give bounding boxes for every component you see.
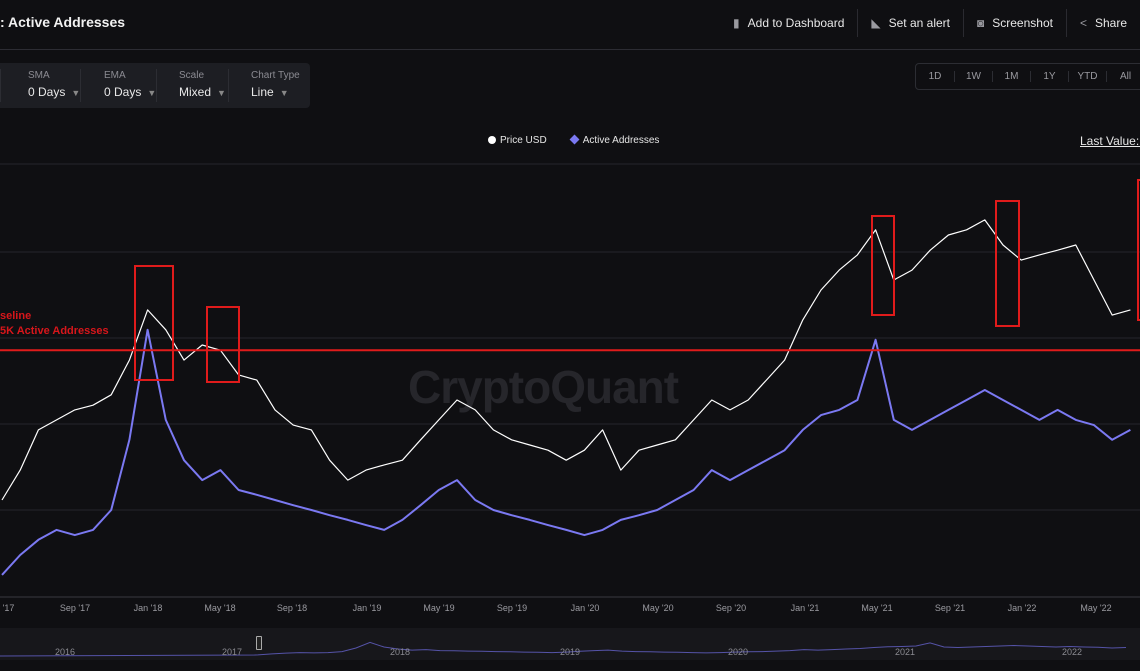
- x-tick-label: May '21: [861, 603, 893, 613]
- x-tick-label: May '20: [642, 603, 674, 613]
- navigator-year-label: 2016: [55, 647, 76, 657]
- highlight-box: [206, 306, 240, 383]
- navigator-year-label: 2020: [728, 647, 749, 657]
- x-tick-label: Sep '20: [715, 603, 747, 613]
- navigator-year-label: 2017: [222, 647, 243, 657]
- x-tick-label: Jan '20: [570, 603, 600, 613]
- annotation-line-2: 5K Active Addresses: [0, 325, 109, 337]
- annotation-text: seline 5K Active Addresses: [0, 309, 109, 339]
- x-tick-label: Sep '19: [496, 603, 528, 613]
- highlight-box: [995, 200, 1020, 327]
- annotation-line-1: seline: [0, 310, 32, 322]
- x-tick-label: y '17: [0, 603, 15, 613]
- x-tick-label: May '18: [204, 603, 236, 613]
- x-tick-label: Jan '19: [352, 603, 382, 613]
- navigator-year-label: 2019: [560, 647, 581, 657]
- price-line: [1, 219, 1131, 501]
- x-tick-label: May '22: [1080, 603, 1112, 613]
- active-addresses-line: [1, 328, 1131, 576]
- navigator-year-label: 2022: [1062, 647, 1083, 657]
- x-tick-label: Jan '22: [1007, 603, 1037, 613]
- navigator-year-label: 2021: [895, 647, 916, 657]
- x-tick-label: Jan '21: [790, 603, 820, 613]
- navigator-handle[interactable]: [256, 636, 262, 650]
- x-tick-label: May '19: [423, 603, 455, 613]
- navigator-year-label: 2018: [390, 647, 411, 657]
- x-tick-label: Sep '21: [934, 603, 966, 613]
- x-tick-label: Sep '18: [276, 603, 308, 613]
- x-tick-label: Sep '17: [59, 603, 91, 613]
- chart-plot: [0, 163, 1140, 598]
- x-tick-label: Jan '18: [133, 603, 163, 613]
